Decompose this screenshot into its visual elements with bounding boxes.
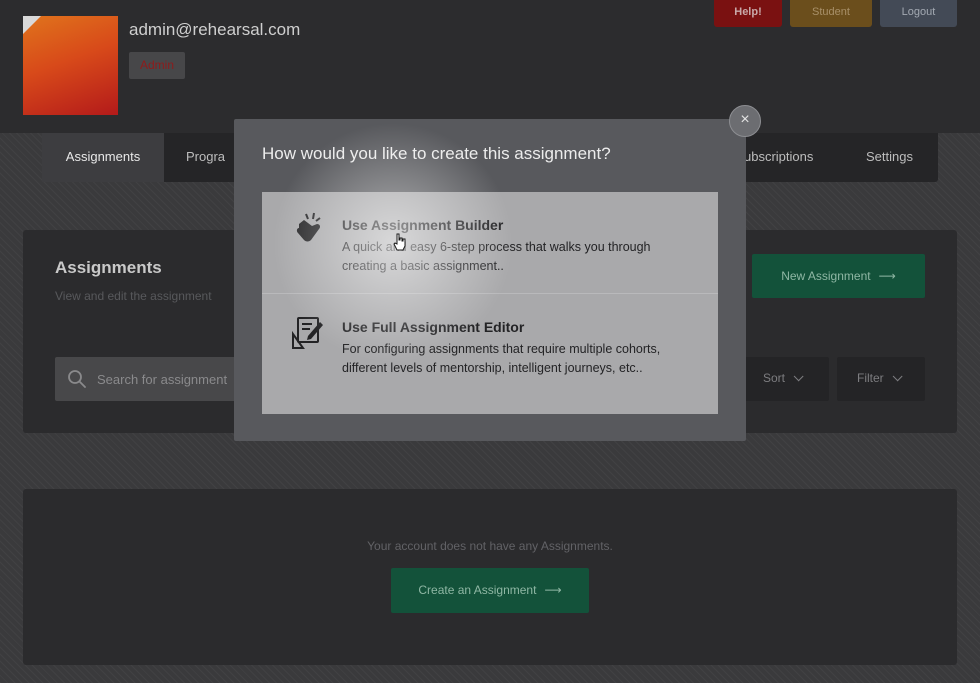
arrow-right-icon: ⟶ [544,583,562,597]
pointer-cursor-icon [393,233,406,251]
sort-button[interactable]: Sort [743,357,829,401]
search-icon [68,370,86,388]
avatar[interactable] [23,16,118,115]
filter-button[interactable]: Filter [837,357,925,401]
new-assignment-button[interactable]: New Assignment ⟶ [752,254,925,298]
option-builder-description: A quick and easy 6-step process that wal… [342,240,651,273]
panel-subtitle: View and edit the assignment [55,289,212,303]
close-icon[interactable]: × [729,105,761,137]
chevron-down-icon [793,371,804,382]
filter-label: Filter [857,371,884,385]
modal-title: How would you like to create this assign… [262,144,611,163]
student-button[interactable]: Student [790,0,872,27]
tab-assignments[interactable]: Assignments [42,133,164,182]
option-editor-description: For configuring assignments that require… [342,342,661,375]
search-box [55,357,255,401]
create-assignment-modal: How would you like to create this assign… [234,119,746,441]
panel-title: Assignments [55,258,162,277]
user-email: admin@rehearsal.com [129,20,301,39]
option-builder-title: Use Assignment Builder [342,217,504,233]
new-assignment-label: New Assignment [781,269,871,283]
logout-button[interactable]: Logout [880,0,957,27]
create-assignment-label: Create an Assignment [418,583,537,597]
tab-settings[interactable]: Settings [844,133,935,182]
chevron-down-icon [892,371,903,382]
empty-message: Your account does not have any Assignmen… [367,539,613,553]
search-input[interactable] [97,357,255,401]
empty-state-panel: Your account does not have any Assignmen… [23,489,957,665]
snap-hand-icon [296,212,321,242]
help-button[interactable]: Help! [714,0,782,27]
role-badge: Admin [129,52,185,79]
edit-document-icon [292,317,323,349]
create-assignment-button[interactable]: Create an Assignment ⟶ [391,568,589,613]
sort-label: Sort [763,371,786,385]
option-divider [262,293,718,294]
arrow-right-icon: ⟶ [878,269,896,283]
option-editor-title: Use Full Assignment Editor [342,319,525,335]
